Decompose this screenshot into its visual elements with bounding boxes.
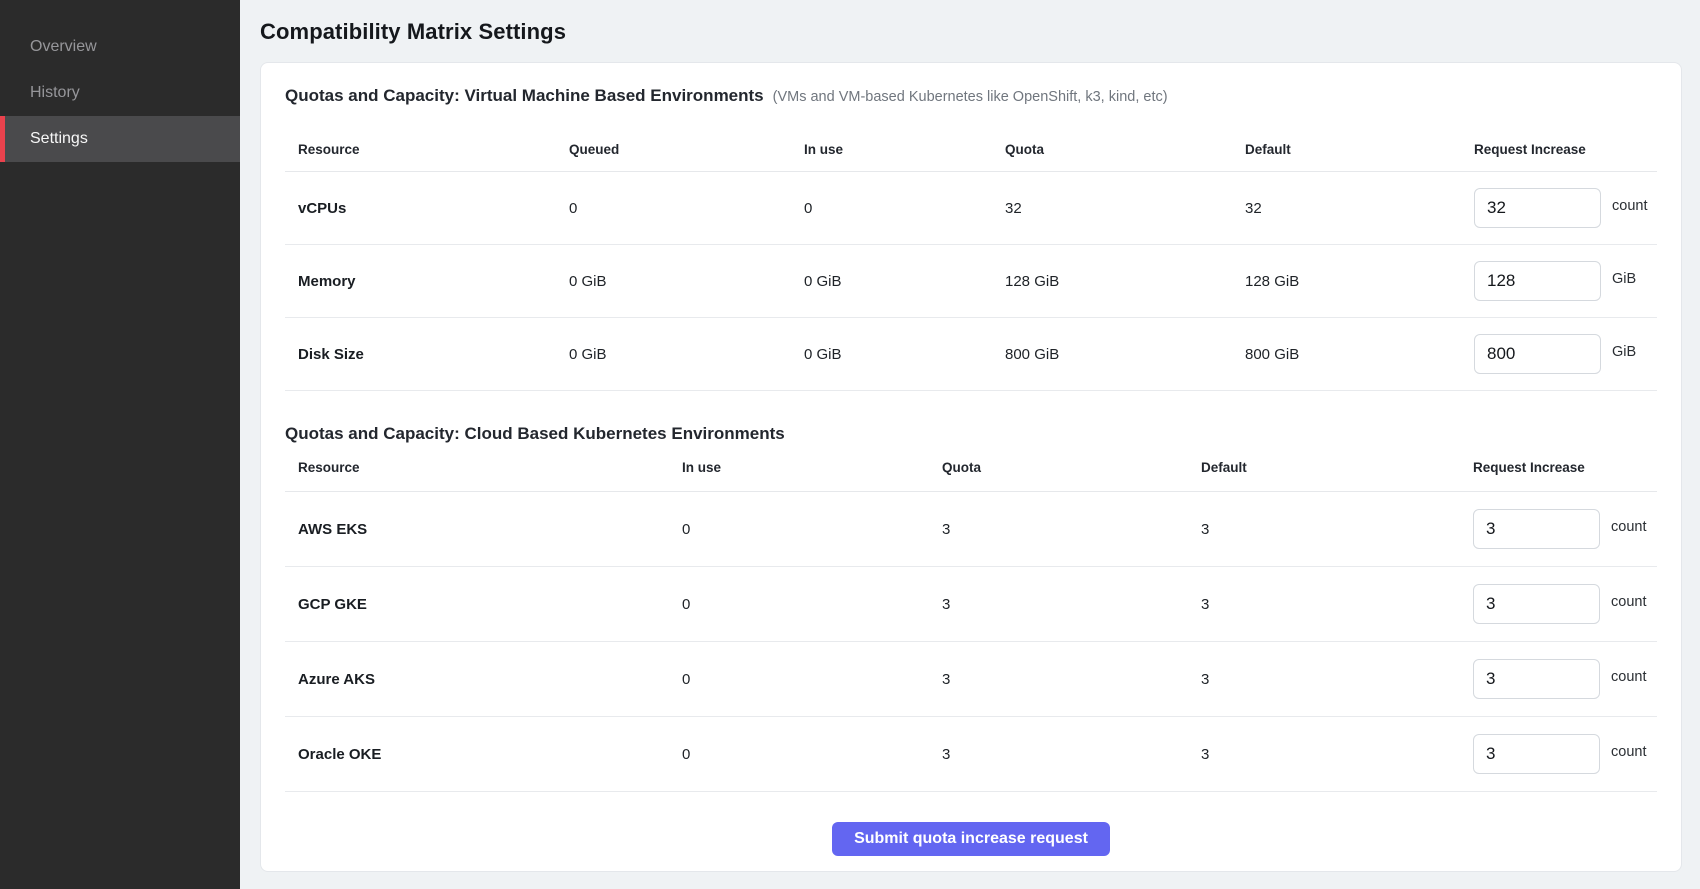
request-increase-input-aws-eks[interactable] <box>1473 509 1600 549</box>
cell-resource: Disk Size <box>298 346 569 363</box>
cell-default: 128 GiB <box>1245 273 1474 290</box>
cell-in-use: 0 GiB <box>804 273 1005 290</box>
cell-in-use: 0 <box>682 746 942 763</box>
cell-default: 3 <box>1201 746 1473 763</box>
column-header-quota: Quota <box>1005 142 1245 157</box>
submit-quota-increase-button[interactable]: Submit quota increase request <box>832 822 1110 856</box>
request-increase-input-gcp-gke[interactable] <box>1473 584 1600 624</box>
request-increase-input-oracle-oke[interactable] <box>1473 734 1600 774</box>
unit-label: count <box>1611 669 1646 685</box>
main-content: Compatibility Matrix Settings Quotas and… <box>240 0 1700 889</box>
column-header-default: Default <box>1201 460 1473 475</box>
table-row-oracle-oke: Oracle OKE 0 3 3 count <box>285 717 1657 792</box>
cell-resource: Azure AKS <box>298 671 682 688</box>
sidebar-item-overview[interactable]: Overview <box>0 24 240 70</box>
unit-label: count <box>1611 519 1646 535</box>
table-row-aws-eks: AWS EKS 0 3 3 count <box>285 492 1657 567</box>
request-increase-input-disk-size[interactable] <box>1474 334 1601 374</box>
cell-request-increase: count <box>1473 734 1657 774</box>
table-row-disk-size: Disk Size 0 GiB 0 GiB 800 GiB 800 GiB Gi… <box>285 318 1657 391</box>
quotas-card: Quotas and Capacity: Virtual Machine Bas… <box>260 62 1682 872</box>
column-header-request-increase: Request Increase <box>1474 142 1657 157</box>
cell-queued: 0 GiB <box>569 346 804 363</box>
unit-label: count <box>1611 744 1646 760</box>
request-increase-input-azure-aks[interactable] <box>1473 659 1600 699</box>
cell-resource: AWS EKS <box>298 521 682 538</box>
sidebar-item-label: Settings <box>30 130 88 148</box>
cell-resource: GCP GKE <box>298 596 682 613</box>
sidebar-item-label: History <box>30 84 80 102</box>
cell-request-increase: count <box>1473 659 1657 699</box>
cloud-section-header: Quotas and Capacity: Cloud Based Kuberne… <box>285 423 1657 444</box>
sidebar-item-label: Overview <box>30 38 97 56</box>
cell-quota: 800 GiB <box>1005 346 1245 363</box>
unit-label: GiB <box>1612 344 1636 360</box>
cell-default: 3 <box>1201 521 1473 538</box>
cell-quota: 3 <box>942 596 1201 613</box>
cloud-section-title: Quotas and Capacity: Cloud Based Kuberne… <box>285 423 785 444</box>
cell-resource: Oracle OKE <box>298 746 682 763</box>
cell-resource: Memory <box>298 273 569 290</box>
column-header-queued: Queued <box>569 142 804 157</box>
column-header-default: Default <box>1245 142 1474 157</box>
vm-section-subtitle: (VMs and VM-based Kubernetes like OpenSh… <box>773 89 1168 105</box>
cell-in-use: 0 <box>804 200 1005 217</box>
table-row-gcp-gke: GCP GKE 0 3 3 count <box>285 567 1657 642</box>
cell-quota: 3 <box>942 671 1201 688</box>
column-header-resource: Resource <box>298 460 682 475</box>
cloud-table-header: Resource In use Quota Default Request In… <box>285 444 1657 492</box>
unit-label: count <box>1611 594 1646 610</box>
cell-request-increase: count <box>1474 188 1657 228</box>
vm-section-header: Quotas and Capacity: Virtual Machine Bas… <box>285 85 1657 106</box>
cell-default: 3 <box>1201 671 1473 688</box>
app-window: Overview History Settings Compatibility … <box>0 0 1700 889</box>
cell-request-increase: GiB <box>1474 261 1657 301</box>
cell-in-use: 0 GiB <box>804 346 1005 363</box>
column-header-in-use: In use <box>804 142 1005 157</box>
sidebar: Overview History Settings <box>0 0 240 889</box>
table-row-vcpus: vCPUs 0 0 32 32 count <box>285 172 1657 245</box>
column-header-resource: Resource <box>298 142 569 157</box>
cell-request-increase: count <box>1473 584 1657 624</box>
cell-in-use: 0 <box>682 671 942 688</box>
table-row-memory: Memory 0 GiB 0 GiB 128 GiB 128 GiB GiB <box>285 245 1657 318</box>
submit-row: Submit quota increase request <box>285 822 1657 856</box>
cell-quota: 3 <box>942 746 1201 763</box>
cell-resource: vCPUs <box>298 200 569 217</box>
cell-queued: 0 <box>569 200 804 217</box>
cell-quota: 32 <box>1005 200 1245 217</box>
cell-quota: 128 GiB <box>1005 273 1245 290</box>
cell-in-use: 0 <box>682 596 942 613</box>
column-header-quota: Quota <box>942 460 1201 475</box>
table-row-azure-aks: Azure AKS 0 3 3 count <box>285 642 1657 717</box>
cell-request-increase: count <box>1473 509 1657 549</box>
cell-queued: 0 GiB <box>569 273 804 290</box>
sidebar-item-history[interactable]: History <box>0 70 240 116</box>
sidebar-item-settings[interactable]: Settings <box>0 116 240 162</box>
column-header-request-increase: Request Increase <box>1473 460 1657 475</box>
request-increase-input-vcpus[interactable] <box>1474 188 1601 228</box>
vm-table-header: Resource Queued In use Quota Default Req… <box>285 106 1657 172</box>
unit-label: count <box>1612 198 1647 214</box>
cell-default: 3 <box>1201 596 1473 613</box>
unit-label: GiB <box>1612 271 1636 287</box>
cell-quota: 3 <box>942 521 1201 538</box>
column-header-in-use: In use <box>682 460 942 475</box>
cell-request-increase: GiB <box>1474 334 1657 374</box>
request-increase-input-memory[interactable] <box>1474 261 1601 301</box>
cell-default: 32 <box>1245 200 1474 217</box>
vm-section-title: Quotas and Capacity: Virtual Machine Bas… <box>285 85 764 106</box>
cell-default: 800 GiB <box>1245 346 1474 363</box>
page-title: Compatibility Matrix Settings <box>260 18 1683 46</box>
cell-in-use: 0 <box>682 521 942 538</box>
